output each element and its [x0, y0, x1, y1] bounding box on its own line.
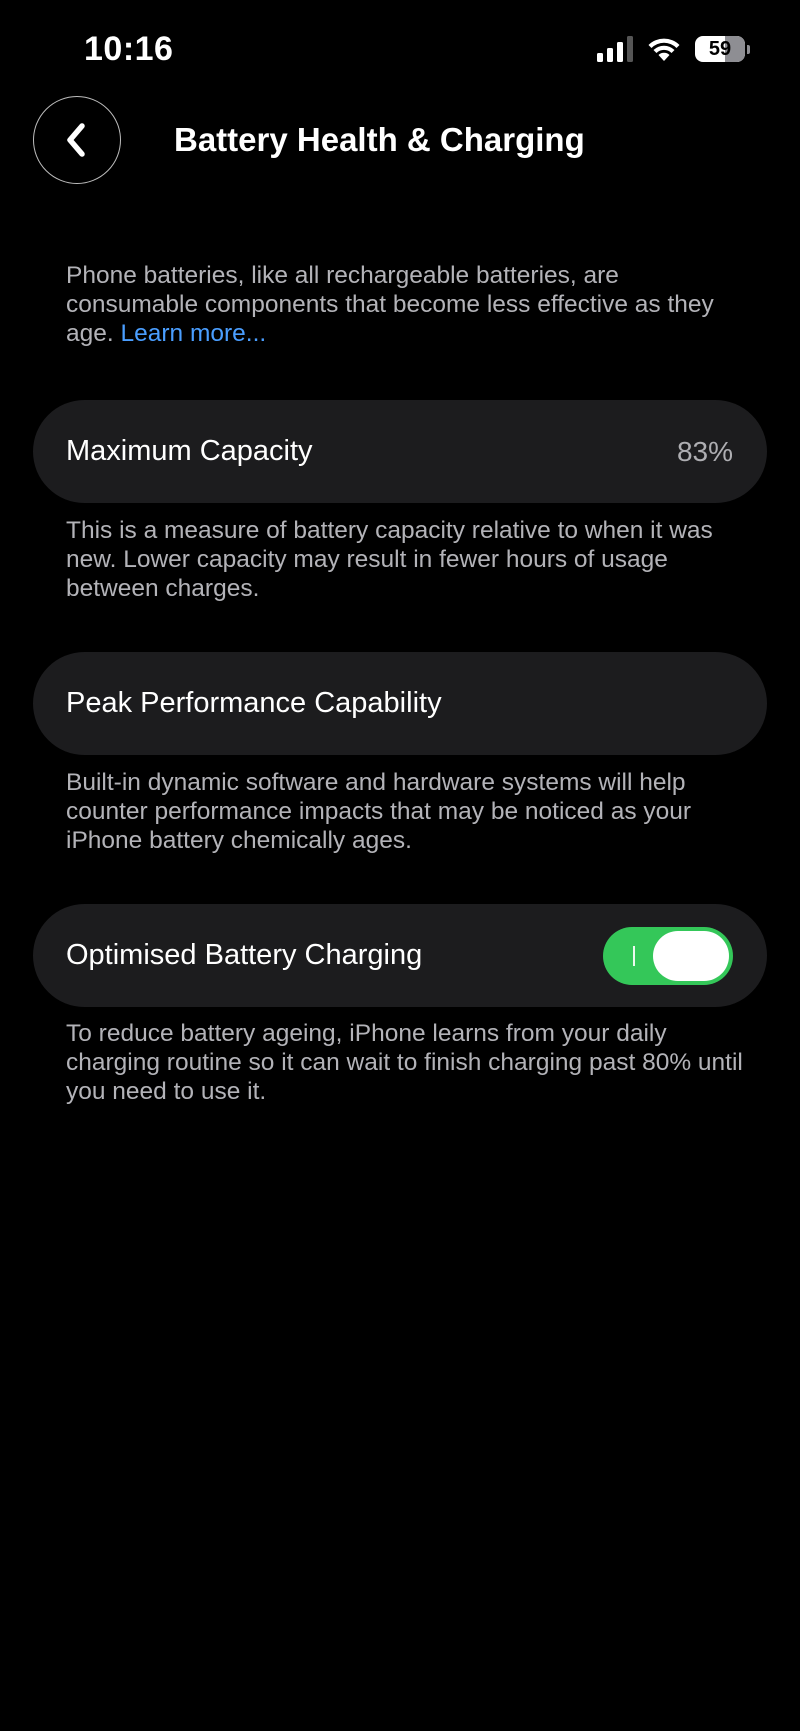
maximum-capacity-description: This is a measure of battery capacity re…	[66, 517, 713, 602]
maximum-capacity-label: Maximum Capacity	[66, 435, 313, 467]
optimised-charging-row: Optimised Battery Charging	[33, 904, 767, 1007]
optimised-charging-description: To reduce battery ageing, iPhone learns …	[66, 1020, 743, 1105]
toggle-knob	[653, 930, 729, 981]
maximum-capacity-row: Maximum Capacity 83%	[33, 400, 767, 503]
screen: 10:16 59 Battery Health & Charging Phone…	[0, 0, 800, 1731]
wifi-icon	[648, 38, 680, 61]
status-icons: 59	[597, 36, 750, 62]
battery-tip	[747, 44, 750, 54]
back-button[interactable]	[33, 96, 121, 184]
status-time: 10:16	[84, 30, 174, 68]
battery-icon: 59	[695, 36, 750, 62]
status-bar: 10:16 59	[0, 0, 800, 100]
chevron-left-icon	[67, 123, 85, 157]
toggle-on-indicator	[633, 945, 635, 966]
peak-performance-row: Peak Performance Capability	[33, 652, 767, 755]
peak-performance-label: Peak Performance Capability	[66, 687, 442, 719]
cellular-signal-icon	[597, 36, 633, 62]
maximum-capacity-value: 83%	[676, 435, 733, 467]
intro-description: Phone batteries, like all rechargeable b…	[66, 261, 746, 348]
battery-level: 59	[695, 36, 745, 62]
battery-level-text: 59	[708, 37, 732, 60]
optimised-charging-label: Optimised Battery Charging	[66, 939, 423, 971]
learn-more-link[interactable]: Learn more...	[121, 320, 267, 347]
peak-performance-description: Built-in dynamic software and hardware s…	[66, 769, 692, 854]
page-title: Battery Health & Charging	[174, 121, 585, 158]
optimised-charging-toggle[interactable]	[603, 926, 733, 985]
